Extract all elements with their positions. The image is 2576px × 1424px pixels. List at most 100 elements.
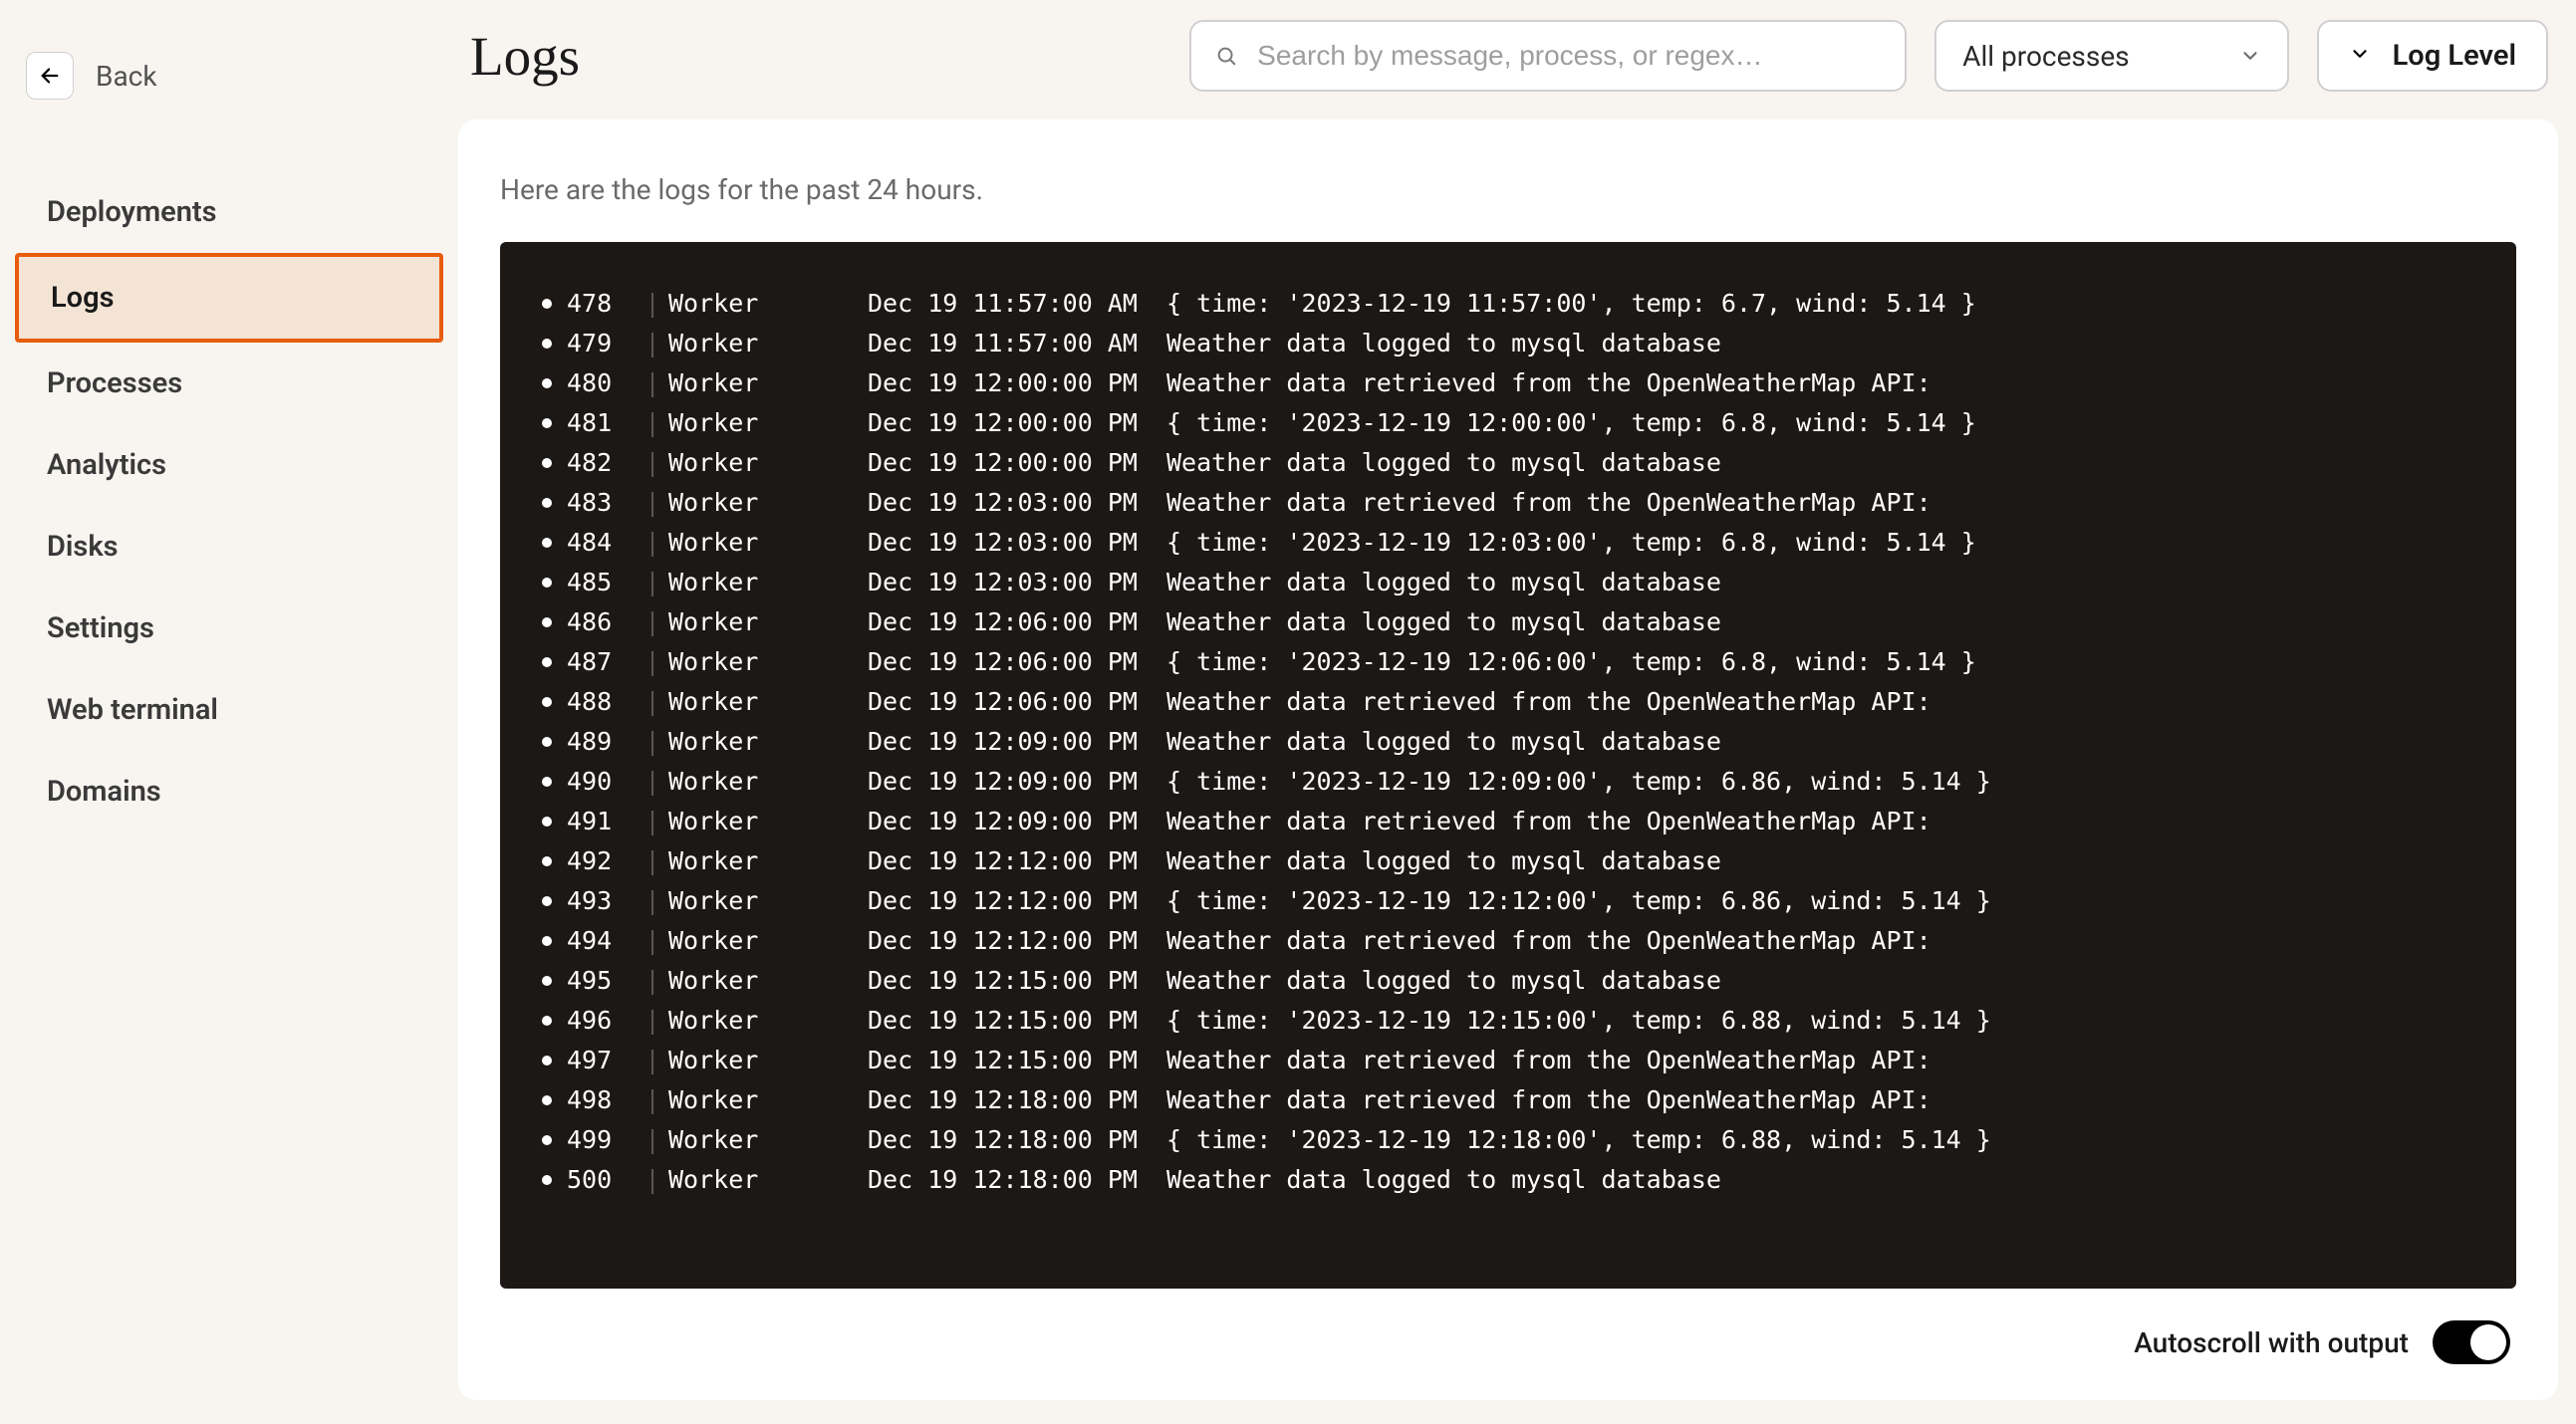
log-line-number: 485 <box>567 563 637 602</box>
bullet-icon <box>542 936 552 946</box>
page-title: Logs <box>468 25 580 88</box>
separator: | <box>637 324 668 363</box>
bullet-icon <box>542 1095 552 1105</box>
nav-item-deployments[interactable]: Deployments <box>15 171 443 253</box>
search-icon <box>1215 45 1237 67</box>
log-line-number: 493 <box>567 881 637 921</box>
loglevel-label: Log Level <box>2393 39 2516 73</box>
log-process: Worker <box>668 1160 868 1200</box>
log-timestamp: Dec 19 12:12:00 PM <box>868 841 1166 881</box>
separator: | <box>637 921 668 961</box>
bullet-icon <box>542 976 552 986</box>
log-row: 480|WorkerDec 19 12:00:00 PMWeather data… <box>542 363 2476 403</box>
separator: | <box>637 722 668 762</box>
bullet-icon <box>542 498 552 508</box>
log-process: Worker <box>668 1080 868 1120</box>
separator: | <box>637 1160 668 1200</box>
log-process: Worker <box>668 324 868 363</box>
nav-list: DeploymentsLogsProcessesAnalyticsDisksSe… <box>0 171 458 832</box>
separator: | <box>637 762 668 802</box>
log-timestamp: Dec 19 12:00:00 PM <box>868 403 1166 443</box>
log-process: Worker <box>668 921 868 961</box>
bullet-icon <box>542 737 552 747</box>
log-process: Worker <box>668 284 868 324</box>
log-line-number: 497 <box>567 1041 637 1080</box>
log-line-number: 495 <box>567 961 637 1001</box>
log-line-number: 480 <box>567 363 637 403</box>
separator: | <box>637 483 668 523</box>
chevron-down-icon <box>2239 45 2261 67</box>
process-filter-dropdown[interactable]: All processes <box>1934 20 2288 92</box>
main: Logs All processes Log Level <box>458 0 2576 1424</box>
log-message: Weather data logged to mysql database <box>1166 443 2476 483</box>
separator: | <box>637 802 668 841</box>
log-process: Worker <box>668 483 868 523</box>
separator: | <box>637 284 668 324</box>
log-timestamp: Dec 19 12:06:00 PM <box>868 602 1166 642</box>
loglevel-button[interactable]: Log Level <box>2317 20 2548 92</box>
log-line-number: 500 <box>567 1160 637 1200</box>
sidebar: Back DeploymentsLogsProcessesAnalyticsDi… <box>0 0 458 1424</box>
autoscroll-toggle[interactable] <box>2433 1320 2510 1364</box>
separator: | <box>637 602 668 642</box>
nav-item-disks[interactable]: Disks <box>15 506 443 588</box>
bullet-icon <box>542 339 552 349</box>
log-timestamp: Dec 19 12:03:00 PM <box>868 563 1166 602</box>
subtitle: Here are the logs for the past 24 hours. <box>500 173 2516 206</box>
log-timestamp: Dec 19 12:00:00 PM <box>868 363 1166 403</box>
log-row: 482|WorkerDec 19 12:00:00 PMWeather data… <box>542 443 2476 483</box>
separator: | <box>637 682 668 722</box>
log-line-number: 479 <box>567 324 637 363</box>
nav-item-domains[interactable]: Domains <box>15 751 443 832</box>
nav-item-web-terminal[interactable]: Web terminal <box>15 669 443 751</box>
log-line-number: 494 <box>567 921 637 961</box>
log-line-number: 483 <box>567 483 637 523</box>
search-input[interactable] <box>1189 20 1907 92</box>
back-arrow-icon <box>26 52 74 100</box>
process-filter-label: All processes <box>1962 40 2129 73</box>
nav-item-logs[interactable]: Logs <box>15 253 443 343</box>
log-process: Worker <box>668 1001 868 1041</box>
log-process: Worker <box>668 802 868 841</box>
log-timestamp: Dec 19 12:15:00 PM <box>868 1041 1166 1080</box>
log-process: Worker <box>668 762 868 802</box>
log-row: 498|WorkerDec 19 12:18:00 PMWeather data… <box>542 1080 2476 1120</box>
log-process: Worker <box>668 1041 868 1080</box>
log-timestamp: Dec 19 12:18:00 PM <box>868 1120 1166 1160</box>
log-list[interactable]: 478|WorkerDec 19 11:57:00 AM{ time: '202… <box>542 284 2496 1247</box>
log-timestamp: Dec 19 11:57:00 AM <box>868 284 1166 324</box>
nav-item-processes[interactable]: Processes <box>15 343 443 424</box>
log-message: Weather data logged to mysql database <box>1166 324 2476 363</box>
nav-item-analytics[interactable]: Analytics <box>15 424 443 506</box>
bullet-icon <box>542 418 552 428</box>
log-timestamp: Dec 19 12:12:00 PM <box>868 881 1166 921</box>
log-line-number: 487 <box>567 642 637 682</box>
bullet-icon <box>542 657 552 667</box>
separator: | <box>637 1120 668 1160</box>
log-timestamp: Dec 19 12:15:00 PM <box>868 961 1166 1001</box>
log-timestamp: Dec 19 12:06:00 PM <box>868 642 1166 682</box>
log-row: 486|WorkerDec 19 12:06:00 PMWeather data… <box>542 602 2476 642</box>
search-wrap <box>1189 20 1907 92</box>
log-message: Weather data retrieved from the OpenWeat… <box>1166 1041 2476 1080</box>
log-line-number: 490 <box>567 762 637 802</box>
bullet-icon <box>542 617 552 627</box>
bullet-icon <box>542 458 552 468</box>
toggle-knob <box>2470 1324 2506 1360</box>
log-process: Worker <box>668 881 868 921</box>
log-message: { time: '2023-12-19 12:06:00', temp: 6.8… <box>1166 642 2476 682</box>
log-timestamp: Dec 19 12:12:00 PM <box>868 921 1166 961</box>
log-line-number: 478 <box>567 284 637 324</box>
nav-item-settings[interactable]: Settings <box>15 588 443 669</box>
log-row: 478|WorkerDec 19 11:57:00 AM{ time: '202… <box>542 284 2476 324</box>
bullet-icon <box>542 817 552 827</box>
chevron-down-icon <box>2349 39 2371 73</box>
log-process: Worker <box>668 403 868 443</box>
back-button[interactable]: Back <box>0 42 458 110</box>
log-message: Weather data logged to mysql database <box>1166 722 2476 762</box>
log-row: 485|WorkerDec 19 12:03:00 PMWeather data… <box>542 563 2476 602</box>
separator: | <box>637 523 668 563</box>
separator: | <box>637 961 668 1001</box>
log-process: Worker <box>668 1120 868 1160</box>
log-timestamp: Dec 19 12:09:00 PM <box>868 802 1166 841</box>
